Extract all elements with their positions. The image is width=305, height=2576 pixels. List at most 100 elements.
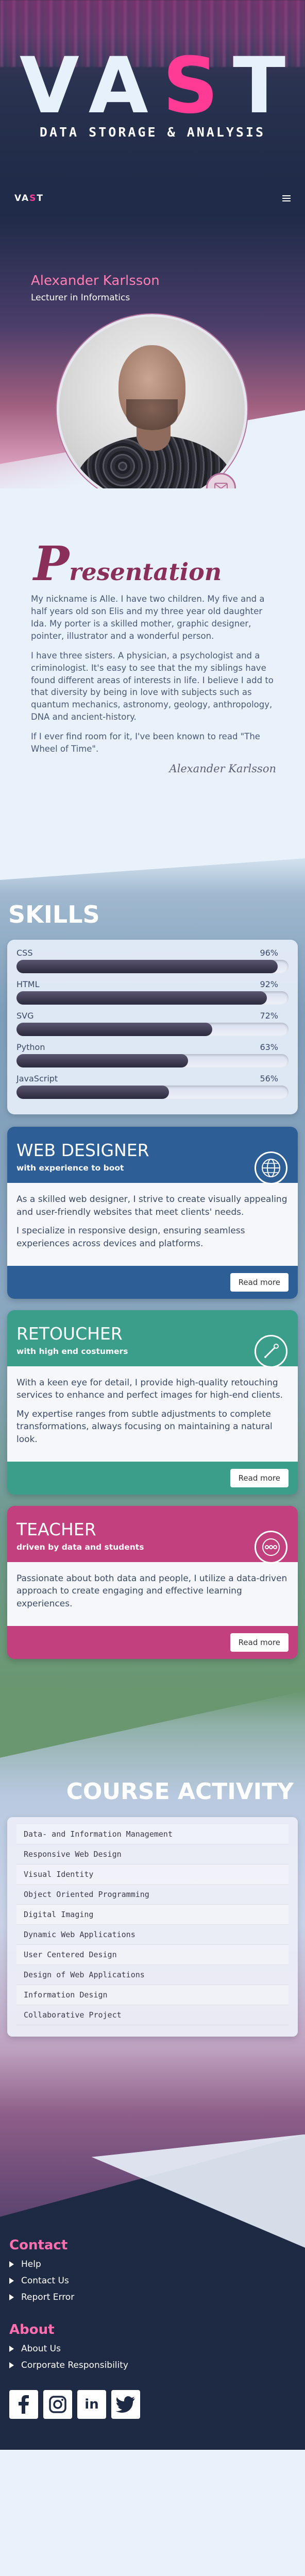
top-navigation: VAST	[0, 181, 305, 215]
course-item[interactable]: Responsive Web Design	[16, 1844, 289, 1865]
skill-bar	[16, 960, 289, 973]
skill-name: CSS	[16, 948, 33, 958]
skill-name: Python	[16, 1042, 45, 1052]
skill-percent: 63%	[260, 1042, 278, 1052]
hero-banner: VAST DATA STORAGE & ANALYSIS	[0, 0, 305, 181]
site-tagline: DATA STORAGE & ANALYSIS	[39, 125, 266, 140]
service-card-web-designer: WEB DESIGNER with experience to boot As …	[7, 1127, 298, 1299]
caret-right-icon	[9, 2345, 14, 2352]
skill-percent: 92%	[260, 979, 278, 989]
read-more-button[interactable]: Read more	[230, 1633, 289, 1652]
presentation-paragraph: My nickname is Alle. I have two children…	[31, 594, 265, 641]
site-footer: Contact Help Contact Us Report Error Abo…	[0, 2113, 305, 2450]
skill-bar-fill	[16, 1086, 169, 1099]
skill-item: SVG 72%	[16, 1011, 289, 1036]
footer-link-contact-us[interactable]: Contact Us	[9, 2276, 296, 2286]
profile-section: Alexander Karlsson Lecturer in Informati…	[0, 215, 305, 488]
service-subtitle: driven by data and students	[16, 1542, 144, 1552]
service-title: WEB DESIGNER	[16, 1140, 149, 1160]
course-item[interactable]: Visual Identity	[16, 1864, 289, 1885]
presentation-paragraph: If I ever find room for it, I've been kn…	[31, 732, 260, 754]
footer-about-title: About	[9, 2321, 55, 2337]
skill-percent: 72%	[260, 1011, 278, 1021]
footer-link-about-us[interactable]: About Us	[9, 2344, 296, 2354]
service-card-retoucher: RETOUCHER with high end costumers With a…	[7, 1310, 298, 1495]
skill-percent: 96%	[260, 948, 278, 958]
service-title: RETOUCHER	[16, 1323, 123, 1344]
linkedin-icon[interactable]: in	[77, 2389, 106, 2419]
course-item[interactable]: Digital Imaging	[16, 1904, 289, 1925]
service-text: My expertise ranges from subtle adjustme…	[16, 1409, 273, 1445]
site-logo-title: VAST	[19, 41, 300, 131]
skill-bar-fill	[16, 991, 267, 1005]
skill-bar-fill	[16, 1023, 213, 1036]
course-item[interactable]: Design of Web Applications	[16, 1965, 289, 1985]
caret-right-icon	[9, 2362, 14, 2368]
skill-item: JavaScript 56%	[16, 1074, 289, 1099]
service-text: I specialize in responsive design, ensur…	[16, 1226, 245, 1249]
skill-item: Python 63%	[16, 1042, 289, 1067]
course-item[interactable]: Collaborative Project	[16, 2005, 289, 2025]
facebook-icon[interactable]	[9, 2389, 38, 2419]
service-card-teacher: TEACHER driven by data and students Pass…	[7, 1505, 298, 1659]
course-item[interactable]: Data- and Information Management	[16, 1824, 289, 1844]
service-body: As a skilled web designer, I strive to c…	[7, 1183, 298, 1266]
caret-right-icon	[9, 2277, 14, 2284]
skill-bar	[16, 1086, 289, 1099]
skill-percent: 56%	[260, 1074, 278, 1083]
skill-name: SVG	[16, 1011, 34, 1021]
skills-title: SKILLS	[8, 901, 100, 928]
service-text: Passionate about both data and people, I…	[16, 1573, 287, 1609]
social-links: in	[9, 2389, 296, 2419]
course-activity-title: COURSE ACTIVITY	[66, 1778, 294, 1805]
course-item[interactable]: User Centered Design	[16, 1944, 289, 1965]
service-header: WEB DESIGNER with experience to boot	[7, 1127, 298, 1184]
course-item[interactable]: Information Design	[16, 1985, 289, 2005]
service-body: With a keen eye for detail, I provide hi…	[7, 1366, 298, 1462]
brush-icon	[255, 1334, 287, 1368]
profile-name: Alexander Karlsson	[31, 273, 160, 289]
service-subtitle: with high end costumers	[16, 1346, 128, 1356]
skill-bar	[16, 991, 289, 1005]
caret-right-icon	[9, 2294, 14, 2300]
footer-link-corporate-responsibility[interactable]: Corporate Responsibility	[9, 2360, 296, 2370]
read-more-button[interactable]: Read more	[230, 1273, 289, 1292]
skill-item: CSS 96%	[16, 948, 289, 973]
course-activity-section: COURSE ACTIVITY Data- and Information Ma…	[0, 1690, 305, 2114]
skills-section: SKILLS CSS 96% HTML 92% SVG 72% Python 63% J…	[0, 844, 305, 1691]
service-footer: Read more	[7, 1265, 298, 1299]
service-footer: Read more	[7, 1625, 298, 1659]
skill-bar-fill	[16, 960, 278, 973]
service-subtitle: with experience to boot	[16, 1163, 124, 1173]
presentation-paragraph: I have three sisters. A physician, a psy…	[31, 650, 274, 722]
skill-name: HTML	[16, 979, 40, 989]
presentation-section: Presentation My nickname is Alle. I have…	[0, 488, 305, 844]
signature: Alexander Karlsson	[169, 762, 276, 775]
service-text: With a keen eye for detail, I provide hi…	[16, 1377, 283, 1401]
course-item[interactable]: Dynamic Web Applications	[16, 1925, 289, 1945]
hamburger-icon[interactable]	[282, 195, 291, 201]
service-footer: Read more	[7, 1461, 298, 1495]
instagram-icon[interactable]	[43, 2389, 72, 2419]
dots-icon	[255, 1530, 287, 1564]
twitter-icon[interactable]	[111, 2389, 140, 2419]
read-more-button[interactable]: Read more	[230, 1468, 289, 1487]
skill-bar	[16, 1023, 289, 1036]
course-list: Data- and Information Management Respons…	[7, 1817, 298, 2037]
nav-brand[interactable]: VAST	[14, 193, 44, 204]
service-header: RETOUCHER with high end costumers	[7, 1310, 298, 1368]
service-header: TEACHER driven by data and students	[7, 1505, 298, 1564]
globe-icon	[255, 1151, 287, 1184]
profile-role: Lecturer in Informatics	[31, 293, 130, 303]
caret-right-icon	[9, 2261, 14, 2267]
skill-bar	[16, 1054, 289, 1067]
skill-item: HTML 92%	[16, 979, 289, 1005]
footer-about-links: About Us Corporate Responsibility	[9, 2344, 296, 2370]
footer-link-help[interactable]: Help	[9, 2259, 296, 2269]
footer-link-report-error[interactable]: Report Error	[9, 2292, 296, 2302]
profile-portrait	[57, 314, 247, 488]
service-title: TEACHER	[16, 1519, 96, 1539]
skill-name: JavaScript	[16, 1074, 58, 1083]
course-item[interactable]: Object Oriented Programming	[16, 1885, 289, 1905]
service-text: As a skilled web designer, I strive to c…	[16, 1194, 287, 1217]
